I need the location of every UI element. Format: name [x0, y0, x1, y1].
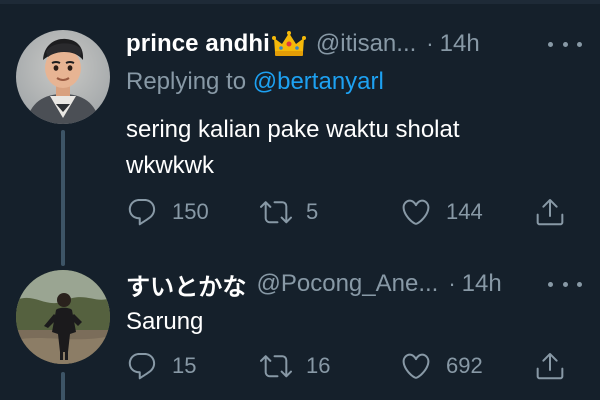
tweet-header: すいとかな @Pocong_Ane... · 14h: [126, 267, 586, 302]
retweet-icon: [260, 355, 292, 378]
more-icon[interactable]: [548, 32, 582, 56]
retweet-button[interactable]: 16: [260, 348, 330, 384]
thread-line: [61, 130, 65, 266]
tweet-thread: prince andhi @itisan... · 14h Replying t…: [0, 0, 600, 400]
display-name[interactable]: prince andhi: [126, 30, 270, 58]
tweet-header: prince andhi @itisan... · 14h: [126, 28, 586, 60]
retweet-button[interactable]: 5: [260, 194, 318, 230]
tweet[interactable]: すいとかな @Pocong_Ane... · 14h Sarung 15 16 …: [0, 260, 600, 400]
reply-icon: [128, 352, 156, 380]
reply-button[interactable]: 15: [126, 348, 196, 384]
thread-line: [61, 372, 65, 400]
reply-icon: [128, 198, 156, 226]
reply-count: 15: [172, 353, 197, 378]
crown-emoji: [271, 30, 306, 58]
share-button[interactable]: [534, 194, 566, 230]
tweet-text-line: sering kalian pake waktu sholat: [126, 116, 460, 143]
separator-dot: ·: [448, 271, 456, 296]
top-divider: [0, 0, 600, 4]
handle[interactable]: @Pocong_Ane...: [257, 270, 439, 298]
like-icon: [402, 199, 430, 225]
reply-mention-link[interactable]: @bertanyarl: [253, 68, 384, 95]
like-button[interactable]: 692: [400, 348, 483, 384]
like-button[interactable]: 144: [400, 194, 483, 230]
share-icon: [536, 199, 564, 226]
reply-button[interactable]: 150: [126, 194, 209, 230]
tweet[interactable]: prince andhi @itisan... · 14h Replying t…: [0, 14, 600, 266]
reply-count: 150: [172, 199, 209, 224]
tweet-text-line: wkwkwk: [126, 152, 214, 179]
like-icon: [402, 353, 430, 379]
replying-to: Replying to @bertanyarl: [126, 68, 384, 96]
timestamp[interactable]: 14h: [440, 30, 480, 58]
separator-dot: ·: [426, 31, 434, 56]
like-count: 692: [446, 353, 483, 378]
retweet-icon: [260, 201, 292, 224]
share-icon: [536, 353, 564, 380]
more-icon[interactable]: [548, 272, 582, 296]
action-bar: 150 5 144: [126, 194, 586, 230]
replying-prefix: Replying to: [126, 68, 253, 95]
retweet-count: 16: [306, 353, 331, 378]
action-bar: 15 16 692: [126, 348, 586, 384]
tweet-text: Sarung: [126, 304, 580, 340]
tweet-text-line: Sarung: [126, 308, 204, 335]
retweet-count: 5: [306, 199, 319, 224]
avatar[interactable]: [16, 30, 110, 124]
like-count: 144: [446, 199, 483, 224]
share-button[interactable]: [534, 348, 566, 384]
timestamp[interactable]: 14h: [462, 270, 502, 298]
display-name[interactable]: すいとかな: [126, 267, 247, 302]
tweet-text: sering kalian pake waktu sholat wkwkwk: [126, 112, 580, 184]
avatar[interactable]: [16, 270, 110, 364]
handle[interactable]: @itisan...: [316, 30, 416, 58]
